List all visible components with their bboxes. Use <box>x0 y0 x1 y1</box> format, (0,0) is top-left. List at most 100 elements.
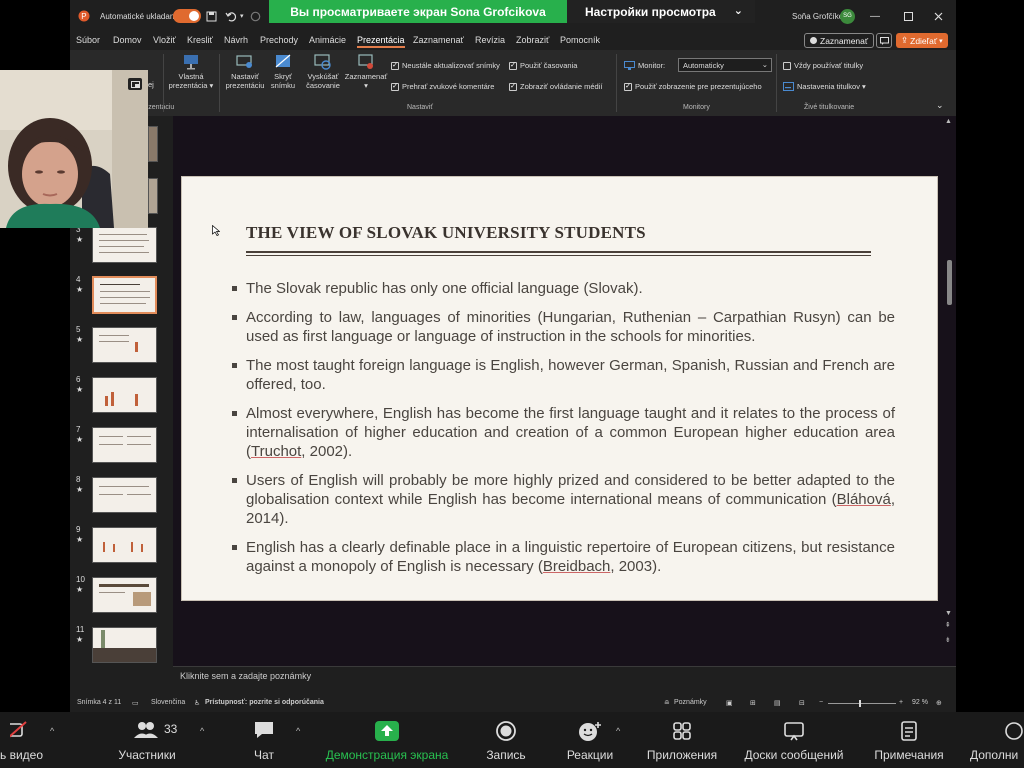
normal-view-icon[interactable]: ▣ <box>726 699 733 707</box>
scroll-up-icon[interactable]: ▲ <box>945 118 952 125</box>
menu-prechody[interactable]: Prechody <box>260 35 298 45</box>
slide-number: 7 <box>76 425 81 434</box>
setup-show-button[interactable]: Nastaviť prezentáciu <box>223 54 267 90</box>
slideshow-icon[interactable]: ⊟ <box>799 699 805 707</box>
show-media-controls-checkbox[interactable]: ✓ Zobraziť ovládanie médií <box>509 82 602 91</box>
menu-vlozit[interactable]: Vložiť <box>153 35 176 45</box>
menu-prezentacia[interactable]: Prezentácia <box>357 35 405 48</box>
autosave-toggle[interactable] <box>173 0 201 32</box>
share-button-label: Zdieľať <box>910 35 938 46</box>
record-slideshow-button[interactable]: Zaznamenať ▾ <box>344 54 388 90</box>
participant-video[interactable] <box>0 70 148 228</box>
hide-slide-button[interactable]: Skryť snímku <box>266 54 300 90</box>
slide-sorter-icon[interactable]: ⊞ <box>750 699 756 707</box>
monitor-select[interactable]: Automaticky ⌄ <box>678 58 772 72</box>
more-button[interactable]: Дополни <box>966 712 1024 768</box>
stop-video-button[interactable]: ь видео <box>0 712 50 768</box>
video-off-icon <box>10 721 27 738</box>
participants-button[interactable]: 33 Участники <box>108 712 186 768</box>
zoom-in-icon[interactable]: + <box>899 699 903 706</box>
share-button[interactable]: ⇪ Zdieľať ▾ <box>896 33 948 48</box>
bullet-list[interactable]: The Slovak republic has only one officia… <box>232 279 895 586</box>
accessibility-status[interactable]: Prístupnosť: pozrite si odporúčania <box>205 699 324 706</box>
update-slides-checkbox[interactable]: ✓ Neustále aktualizovať snímky <box>391 61 500 70</box>
menu-animacie[interactable]: Animácie <box>309 35 346 45</box>
redo-icon[interactable] <box>250 0 261 32</box>
share-screen-icon <box>375 721 399 741</box>
close-icon[interactable] <box>934 0 943 32</box>
play-narrations-checkbox[interactable]: ✓ Prehrať zvukové komentáre <box>391 82 494 91</box>
scroll-thumb[interactable] <box>947 260 952 305</box>
custom-show-button[interactable]: Vlastná prezentácia ▾ <box>166 54 216 90</box>
update-slides-label: Neustále aktualizovať snímky <box>402 61 500 70</box>
record-meeting-button[interactable]: Запись <box>478 712 534 768</box>
menu-zaznamenat[interactable]: Zaznamenať <box>413 35 464 45</box>
zoom-slider-thumb[interactable] <box>859 700 861 707</box>
vertical-scrollbar[interactable]: ▲ ▼ ⇞ ⇟ <box>945 116 954 666</box>
monitor-select-value: Automaticky <box>683 61 724 70</box>
accessibility-icon[interactable]: ♿ <box>194 699 200 707</box>
participants-count: 33 <box>164 722 178 736</box>
reactions-button[interactable]: Реакции <box>560 712 620 768</box>
chevron-up-icon[interactable]: ^ <box>616 726 620 736</box>
mouse-cursor-icon <box>212 223 221 241</box>
zoom-out-icon[interactable]: − <box>819 699 823 706</box>
custom-show-label: Vlastná prezentácia <box>168 72 208 90</box>
presenter-view-checkbox[interactable]: ✓ Použiť zobrazenie pre prezentujúceho <box>624 82 762 91</box>
monitor-label: Monitor: <box>638 61 666 70</box>
notes-toggle[interactable]: Poznámky <box>674 699 707 706</box>
caption-settings-button[interactable]: Nastavenia titulkov ▾ <box>783 82 866 91</box>
slide-title[interactable]: THE VIEW OF SLOVAK UNIVERSITY STUDENTS <box>246 223 646 243</box>
reading-view-icon[interactable]: ▤ <box>774 699 781 707</box>
menu-navrh[interactable]: Návrh <box>224 35 248 45</box>
undo-dropdown-icon[interactable]: ▾ <box>240 0 244 32</box>
next-slide-icon[interactable]: ⇟ <box>945 636 951 644</box>
menu-domov[interactable]: Domov <box>113 35 142 45</box>
use-timings-checkbox[interactable]: ✓ Použiť časovania <box>509 61 577 70</box>
always-captions-checkbox[interactable]: Vždy používať titulky <box>783 61 863 70</box>
comments-icon[interactable] <box>876 33 892 48</box>
zoom-level[interactable]: 92 % <box>912 699 928 706</box>
notes-pane[interactable]: Kliknite sem a zadajte poznámky <box>173 666 956 694</box>
always-captions-label: Vždy používať titulky <box>794 61 864 70</box>
slide-canvas[interactable]: THE VIEW OF SLOVAK UNIVERSITY STUDENTS T… <box>181 176 938 601</box>
transition-star-icon: ★ <box>76 535 84 544</box>
menu-pomocnik[interactable]: Pomocník <box>560 35 600 45</box>
share-screen-button[interactable]: Демонстрация экрана <box>316 712 458 768</box>
slide-thumbnail-1[interactable] <box>148 126 158 162</box>
rehearse-timing-button[interactable]: Vyskúšať časovanie <box>304 54 342 90</box>
language-indicator[interactable]: Slovenčina <box>151 699 185 706</box>
slide-thumbnail-2[interactable] <box>148 178 158 214</box>
apps-button[interactable]: Приложения <box>640 712 724 768</box>
menu-subor[interactable]: Súbor <box>76 35 100 45</box>
fit-to-window-icon[interactable]: ⊕ <box>936 699 942 707</box>
avatar[interactable]: SG <box>840 0 855 32</box>
undo-icon[interactable] <box>225 0 238 32</box>
notes-icon[interactable]: ≘ <box>664 699 670 707</box>
chevron-up-icon[interactable]: ^ <box>50 726 54 736</box>
whiteboards-button[interactable]: Доски сообщений <box>734 712 854 768</box>
collapse-ribbon-icon[interactable]: ⌄ <box>936 100 944 111</box>
video-overlay-icon[interactable] <box>128 78 142 90</box>
menu-revizia[interactable]: Revízia <box>475 35 505 45</box>
chevron-up-icon[interactable]: ^ <box>200 726 204 736</box>
maximize-icon[interactable] <box>904 0 913 32</box>
zoom-slider[interactable] <box>828 700 896 707</box>
view-options-button[interactable]: Настройки просмотра ⌄ <box>567 0 755 23</box>
previous-slide-icon[interactable]: ⇞ <box>945 621 951 629</box>
scroll-down-icon[interactable]: ▼ <box>945 610 952 617</box>
record-button[interactable]: Zaznamenať <box>804 33 875 48</box>
spellcheck-icon[interactable]: ▭ <box>132 699 139 707</box>
transition-star-icon: ★ <box>76 635 84 644</box>
menu-kreslit[interactable]: Kresliť <box>187 35 213 45</box>
monitor-icon <box>624 61 635 70</box>
chevron-up-icon[interactable]: ^ <box>296 726 300 736</box>
citation: Bláhová <box>836 491 891 508</box>
notes-button[interactable]: Примечания <box>866 712 952 768</box>
save-icon[interactable] <box>206 0 217 32</box>
menu-zobrazit[interactable]: Zobraziť <box>516 35 549 45</box>
minimize-icon[interactable]: — <box>870 0 880 32</box>
notes-label: Примечания <box>874 748 944 762</box>
chat-button[interactable]: Чат <box>240 712 288 768</box>
ribbon: ej rezentáciu Vlastná prezentácia ▾ Nast… <box>70 50 956 116</box>
